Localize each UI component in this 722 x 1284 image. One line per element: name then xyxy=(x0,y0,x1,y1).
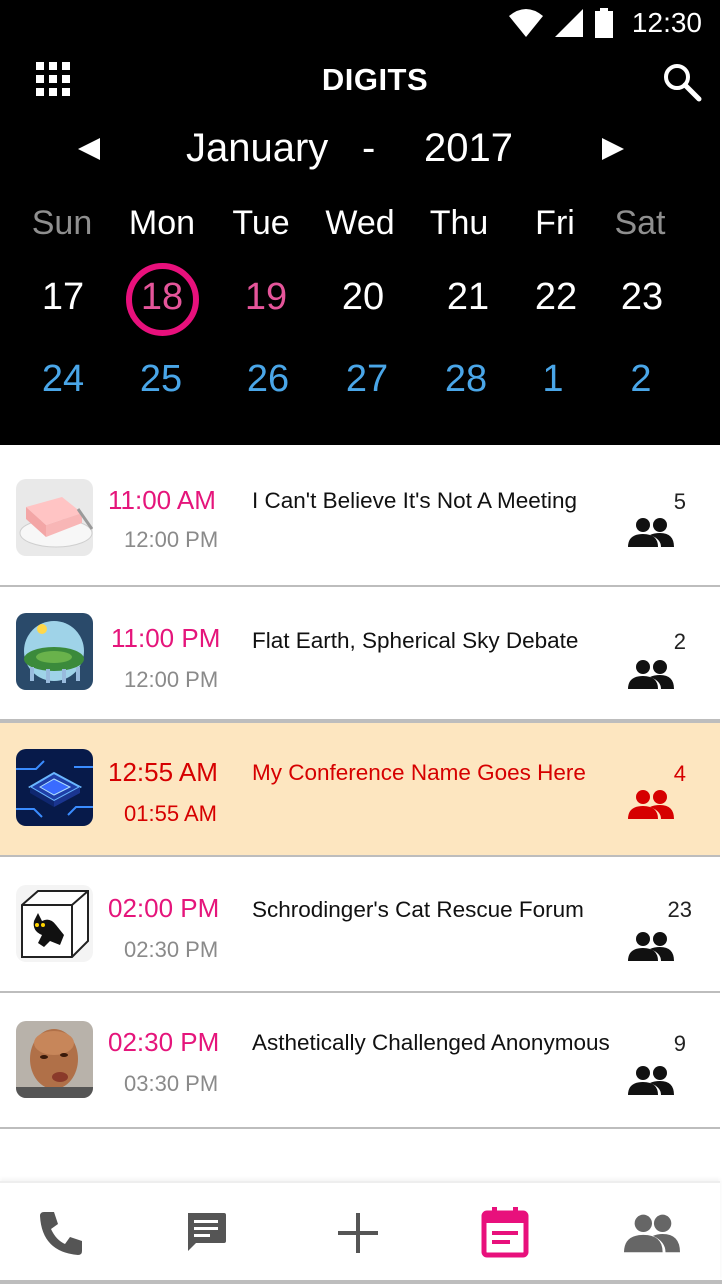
nav-calendar[interactable] xyxy=(477,1207,533,1259)
circuit-chip-thumbnail xyxy=(16,749,93,826)
search-icon[interactable] xyxy=(662,62,702,102)
attendees-icon xyxy=(628,932,674,961)
attendee-count: 4 xyxy=(673,761,686,786)
nav-contacts[interactable] xyxy=(624,1207,680,1259)
signal-icon xyxy=(554,9,583,37)
event-title: I Can't Believe It's Not A Meeting xyxy=(252,488,578,513)
event-start-time: 02:30 PM xyxy=(108,1027,220,1057)
calendar-day[interactable]: 20 xyxy=(308,276,418,319)
event-end-time: 02:30 PM xyxy=(124,937,219,962)
month-label: January xyxy=(186,126,329,170)
bottom-divider xyxy=(0,1280,722,1284)
nav-add[interactable] xyxy=(330,1207,386,1259)
status-time: 12:30 xyxy=(631,7,702,38)
next-month-arrow-icon[interactable] xyxy=(600,136,626,162)
event-row[interactable]: 02:00 PM 02:30 PM Schrodinger's Cat Resc… xyxy=(0,857,720,993)
event-start-time: 11:00 PM xyxy=(111,623,221,653)
calendar-day[interactable]: 19 xyxy=(211,276,321,319)
event-title: Schrodinger's Cat Rescue Forum xyxy=(252,897,584,922)
calendar-day[interactable]: 2 xyxy=(586,358,696,401)
week-row-2: 24 25 26 27 28 1 2 xyxy=(0,358,720,408)
event-title: My Conference Name Goes Here xyxy=(252,760,586,785)
year-label: 2017 xyxy=(424,126,513,170)
weekday-sat: Sat xyxy=(614,204,666,242)
attendee-count: 9 xyxy=(673,1031,686,1056)
weekday-sun: Sun xyxy=(31,204,93,242)
wifi-icon xyxy=(508,9,543,37)
attendees-icon xyxy=(628,1066,674,1095)
event-row[interactable]: 11:00 AM 12:00 PM I Can't Believe It's N… xyxy=(0,445,720,587)
event-row[interactable]: 11:00 PM 12:00 PM Flat Earth, Spherical … xyxy=(0,587,720,721)
previous-month-arrow-icon[interactable] xyxy=(76,136,102,162)
calendar-day[interactable]: 26 xyxy=(213,358,323,401)
attendee-count: 23 xyxy=(667,897,692,922)
contacts-icon xyxy=(624,1214,680,1253)
weekday-wed: Wed xyxy=(325,204,395,242)
attendee-count: 5 xyxy=(673,489,686,514)
battery-icon xyxy=(594,8,613,38)
calendar-day[interactable]: 17 xyxy=(8,276,118,319)
calendar-day[interactable]: 27 xyxy=(312,358,422,401)
status-bar: 12:30 xyxy=(0,0,720,46)
event-end-time: 03:30 PM xyxy=(124,1071,219,1096)
app-bar: DIGITS xyxy=(0,56,720,110)
cat-box-thumbnail xyxy=(16,885,93,962)
calendar-day[interactable]: 25 xyxy=(106,358,216,401)
event-end-time: 12:00 PM xyxy=(124,667,219,692)
calendar-header: 12:30 DIGITS January - 2017 Sun Mon Tue … xyxy=(0,0,720,445)
week-row-1: 17 18 19 20 21 22 23 xyxy=(0,276,720,326)
calendar-day[interactable]: 23 xyxy=(587,276,697,319)
weekday-tue: Tue xyxy=(232,204,290,242)
nav-messages[interactable] xyxy=(178,1207,234,1259)
attendees-icon xyxy=(628,790,674,819)
chat-icon xyxy=(188,1213,226,1251)
event-start-time: 02:00 PM xyxy=(108,893,220,923)
weekday-row: Sun Mon Tue Wed Thu Fri Sat xyxy=(0,204,720,254)
event-title: Asthetically Challenged Anonymous xyxy=(252,1030,610,1055)
calendar-day-selected[interactable]: 18 xyxy=(107,276,217,319)
event-row-highlighted[interactable]: 12:55 AM 01:55 AM My Conference Name Goe… xyxy=(0,721,720,857)
event-end-time: 12:00 PM xyxy=(124,527,219,552)
attendee-count: 2 xyxy=(673,629,686,654)
bottom-navigation xyxy=(0,1181,720,1281)
month-year-separator: - xyxy=(362,126,376,170)
weekday-thu: Thu xyxy=(429,204,489,242)
app-title: DIGITS xyxy=(321,62,429,97)
flat-earth-thumbnail xyxy=(16,613,93,690)
attendees-icon xyxy=(628,660,674,689)
face-photo-thumbnail xyxy=(16,1021,93,1098)
status-icons: 12:30 xyxy=(508,6,702,40)
event-row[interactable]: 02:30 PM 03:30 PM Asthetically Challenge… xyxy=(0,993,720,1129)
event-end-time: 01:55 AM xyxy=(124,801,217,826)
event-start-time: 12:55 AM xyxy=(108,757,218,787)
month-selector: January - 2017 xyxy=(0,122,720,178)
nav-phone[interactable] xyxy=(33,1207,89,1259)
butter-thumbnail xyxy=(16,479,93,556)
event-start-time: 11:00 AM xyxy=(108,485,216,515)
calendar-day[interactable]: 24 xyxy=(8,358,118,401)
attendees-icon xyxy=(628,518,674,547)
calendar-icon xyxy=(481,1207,529,1258)
add-icon xyxy=(338,1213,378,1253)
weekday-mon: Mon xyxy=(128,204,196,242)
phone-icon xyxy=(40,1212,82,1255)
event-list: 11:00 AM 12:00 PM I Can't Believe It's N… xyxy=(0,445,720,1129)
event-title: Flat Earth, Spherical Sky Debate xyxy=(252,628,579,653)
